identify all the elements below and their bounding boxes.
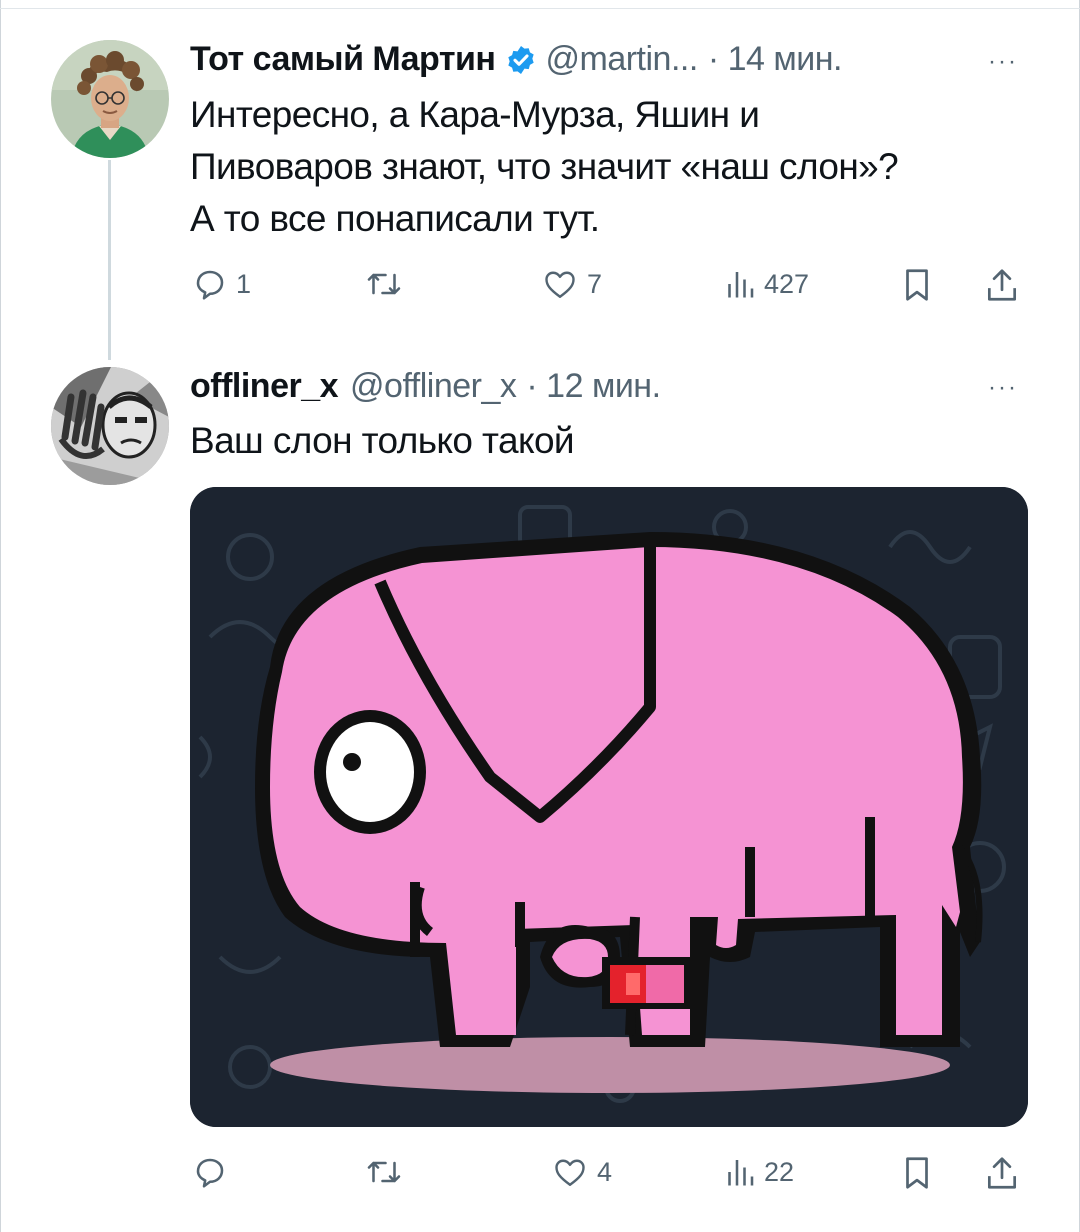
tweet-header: offliner_x @offliner_x · 12 мин. bbox=[190, 367, 661, 406]
like-icon bbox=[555, 1159, 585, 1186]
reply-button[interactable]: 1 bbox=[192, 266, 251, 302]
handle[interactable]: @martin... bbox=[545, 40, 698, 79]
reply-icon bbox=[196, 270, 224, 300]
reply-count: 1 bbox=[236, 268, 252, 299]
bookmark-icon bbox=[906, 1157, 928, 1189]
more-options-icon[interactable]: ··· bbox=[988, 48, 1018, 76]
share-button[interactable] bbox=[984, 266, 1020, 304]
retweet-icon bbox=[367, 273, 401, 295]
frame-border-left bbox=[0, 0, 1, 1232]
bookmark-icon bbox=[906, 269, 928, 301]
retweet-button[interactable] bbox=[364, 266, 412, 302]
view-count: 22 bbox=[764, 1156, 795, 1187]
tweet-header: Тот самый Мартин @martin... · 14 мин. bbox=[190, 40, 842, 79]
like-button[interactable]: 7 bbox=[541, 266, 602, 302]
avatar-martin[interactable] bbox=[51, 40, 169, 158]
share-button[interactable] bbox=[984, 1154, 1020, 1192]
more-options-icon[interactable]: ··· bbox=[988, 374, 1018, 402]
thread-connector-line bbox=[108, 160, 111, 360]
timestamp[interactable]: · 14 мин. bbox=[708, 40, 843, 79]
views-button[interactable]: 22 bbox=[724, 1154, 794, 1190]
share-icon bbox=[987, 1157, 1017, 1189]
bookmark-button[interactable] bbox=[900, 266, 934, 304]
like-button[interactable]: 4 bbox=[551, 1154, 612, 1190]
pink-elephant-image bbox=[190, 487, 1028, 1127]
tweet-text-line: Интересно, а Кара-Мурза, Яшин и bbox=[190, 94, 760, 135]
like-icon bbox=[545, 271, 575, 298]
views-icon bbox=[728, 272, 754, 298]
bookmark-button[interactable] bbox=[900, 1154, 934, 1192]
retweet-icon bbox=[367, 1161, 401, 1183]
reply-icon bbox=[196, 1158, 224, 1188]
share-icon bbox=[987, 269, 1017, 301]
handle[interactable]: @offliner_x bbox=[350, 367, 517, 406]
views-button[interactable]: 427 bbox=[724, 266, 809, 302]
tweet-text-line: Ваш слон только такой bbox=[190, 420, 575, 461]
like-count: 7 bbox=[587, 268, 603, 299]
display-name[interactable]: offliner_x bbox=[190, 367, 339, 406]
tweet-text-line: А то все понаписали тут. bbox=[190, 198, 600, 239]
avatar-offliner[interactable] bbox=[51, 367, 169, 485]
tweet-text-line: Пивоваров знают, что значит «наш слон»? bbox=[190, 146, 899, 187]
view-count: 427 bbox=[764, 268, 810, 299]
views-icon bbox=[728, 1160, 754, 1186]
like-count: 4 bbox=[597, 1156, 613, 1187]
tweet-media-image[interactable] bbox=[190, 487, 1028, 1127]
retweet-button[interactable] bbox=[364, 1154, 412, 1190]
timestamp[interactable]: · 12 мин. bbox=[526, 367, 661, 406]
display-name[interactable]: Тот самый Мартин bbox=[190, 40, 496, 79]
reply-button[interactable] bbox=[192, 1154, 236, 1190]
frame-border-top bbox=[0, 8, 1080, 9]
verified-badge-icon bbox=[508, 45, 535, 74]
